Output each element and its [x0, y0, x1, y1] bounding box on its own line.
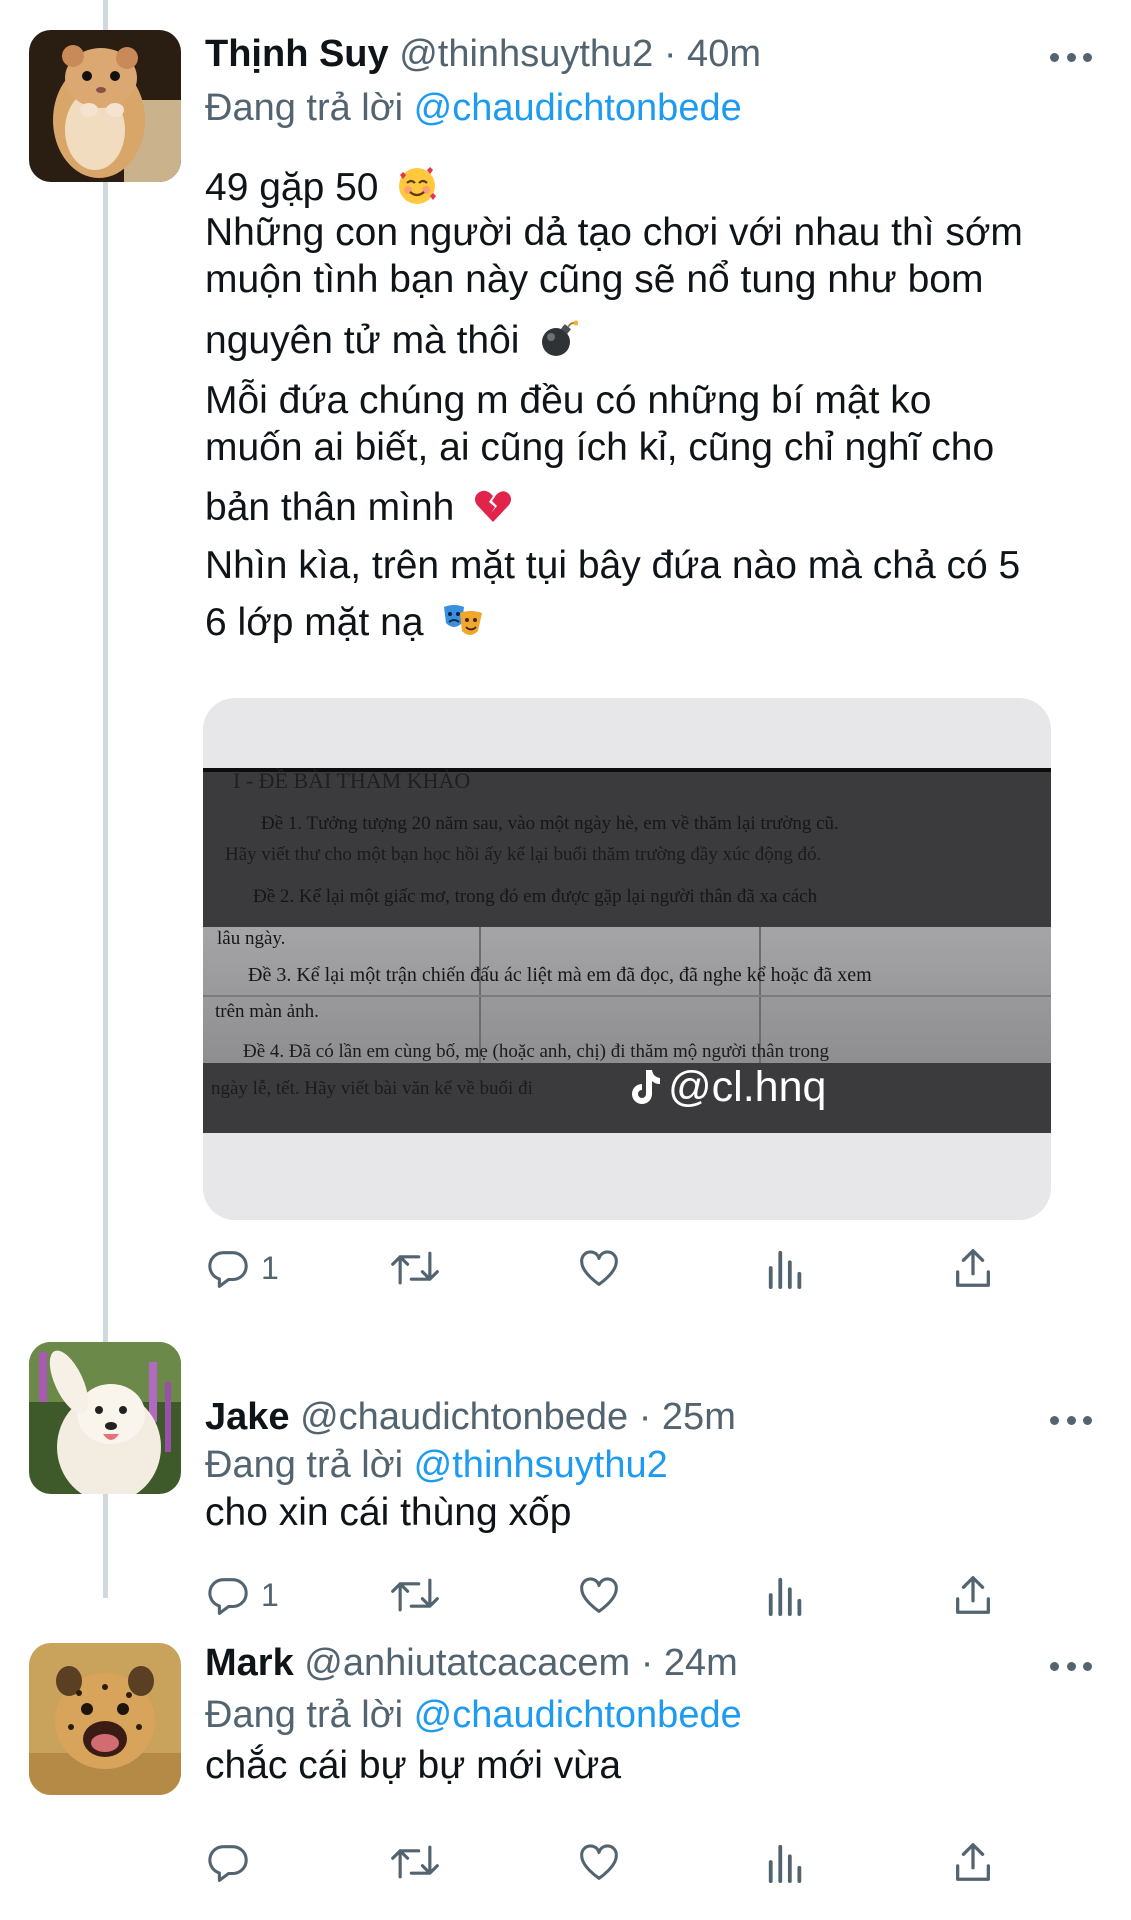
document-photo: I - ĐỀ BÀI THAM KHẢO Đề 1. Tưởng tượng 2… [203, 768, 1051, 1133]
handle-and-time: @anhiutatcacacem · 24m [304, 1642, 738, 1684]
document-line: Hãy viết thư cho một bạn học hồi ấy kể l… [225, 844, 822, 865]
retweet-button[interactable] [389, 1242, 441, 1294]
analytics-icon [768, 1250, 802, 1289]
performing-arts-emoji [442, 601, 484, 655]
text-line: Những con người dả tạo chơi với nhau thì… [205, 211, 1023, 254]
retweet-button[interactable] [389, 1836, 441, 1888]
tweet-actions [205, 1836, 1005, 1888]
text-line: bản thân mình [205, 486, 455, 529]
more-icon[interactable] [1050, 1656, 1092, 1676]
more-icon[interactable] [1050, 47, 1092, 67]
text-line: cho xin cái thùng xốp [205, 1491, 572, 1534]
mention-link[interactable]: @thinhsuythu2 [414, 1444, 668, 1486]
bomb-emoji [538, 319, 579, 373]
avatar[interactable] [29, 30, 181, 182]
document-line: Đề 3. Kể lại một trận chiến đấu ác liệt … [248, 964, 872, 986]
media-image[interactable]: I - ĐỀ BÀI THAM KHẢO Đề 1. Tưởng tượng 2… [203, 698, 1051, 1220]
display-name[interactable]: Jake [205, 1396, 290, 1438]
analytics-button[interactable] [765, 1836, 807, 1888]
reply-button[interactable]: 1 [205, 1242, 279, 1294]
text-line: muốn ai biết, ai cũng ích kỉ, cũng chỉ n… [205, 426, 995, 469]
tweet[interactable]: Jake @chaudichtonbede · 25m Đang trả lời… [0, 1300, 1131, 1616]
document-line: Đề 4. Đã có lần em cùng bố, mẹ (hoặc anh… [243, 1041, 829, 1062]
broken-heart-emoji [473, 486, 513, 540]
replying-to: Đang trả lời @chaudichtonbede [205, 85, 742, 131]
analytics-icon [768, 1844, 802, 1883]
more-icon[interactable] [1050, 1410, 1092, 1430]
hamster-avatar-image [29, 30, 181, 182]
reply-icon [208, 1845, 248, 1882]
dog-avatar-image [29, 1342, 181, 1494]
text-line: nguyên tử mà thôi [205, 319, 520, 362]
tweet-header: Mark @anhiutatcacacem · 24m [205, 1640, 1011, 1686]
watermark-text: @cl.hnq [668, 1063, 827, 1111]
handle-and-time: @thinhsuythu2 · 40m [399, 33, 761, 75]
handle-and-time: @chaudichtonbede · 25m [300, 1396, 736, 1438]
tweet-header: Jake @chaudichtonbede · 25m [205, 1394, 1011, 1440]
share-button[interactable] [950, 1836, 996, 1888]
like-icon [580, 1844, 618, 1880]
document-line: Đề 2. Kể lại một giấc mơ, trong đó em đư… [253, 886, 818, 907]
text-line: 49 gặp 50 [205, 166, 379, 209]
replying-prefix: Đang trả lời [205, 87, 404, 129]
text-line: muộn tình bạn này cũng sẽ nổ tung như bo… [205, 258, 984, 301]
tweet-actions: 1 [205, 1242, 1005, 1294]
tweet-header: Thịnh Suy @thinhsuythu2 · 40m [205, 31, 1011, 77]
text-line: 6 lớp mặt nạ [205, 601, 424, 644]
like-button[interactable] [575, 1836, 623, 1888]
tiktok-watermark: @cl.hnq [628, 1063, 826, 1112]
display-name[interactable]: Thịnh Suy [205, 33, 389, 75]
display-name[interactable]: Mark [205, 1642, 294, 1684]
like-button[interactable] [575, 1242, 623, 1294]
share-button[interactable] [950, 1242, 996, 1294]
replying-prefix: Đang trả lời [205, 1444, 404, 1486]
like-icon [580, 1250, 618, 1286]
reply-count: 1 [261, 1249, 279, 1286]
tiktok-icon [632, 1069, 660, 1104]
replying-to: Đang trả lời @chaudichtonbede [205, 1692, 742, 1738]
tweet[interactable]: Mark @anhiutatcacacem · 24m Đang trả lời… [0, 1600, 1131, 1920]
tweet-text: chắc cái bự bự mới vừa [205, 1740, 1105, 1792]
document-line: lâu ngày. [217, 928, 286, 949]
reply-button[interactable] [205, 1836, 261, 1888]
document-line: Đề 1. Tưởng tượng 20 năm sau, vào một ng… [261, 813, 839, 834]
document-line: trên màn ảnh. [215, 1001, 319, 1022]
share-icon [956, 1843, 990, 1881]
tweet-text: cho xin cái thùng xốp [205, 1487, 1105, 1539]
retweet-icon [391, 1251, 439, 1285]
analytics-button[interactable] [765, 1242, 807, 1294]
share-icon [956, 1249, 990, 1287]
text-line: chắc cái bự bự mới vừa [205, 1744, 622, 1787]
text-line: Mỗi đứa chúng m đều có những bí mật ko [205, 379, 932, 422]
reply-icon [208, 1251, 248, 1288]
replying-prefix: Đang trả lời [205, 1694, 404, 1736]
retweet-icon [391, 1845, 439, 1879]
mention-link[interactable]: @chaudichtonbede [414, 87, 742, 129]
text-line: Nhìn kìa, trên mặt tụi bây đứa nào mà ch… [205, 544, 1021, 587]
mention-link[interactable]: @chaudichtonbede [414, 1694, 742, 1736]
document-line: ngày lễ, tết. Hãy viết bài văn kể về buổ… [211, 1078, 533, 1099]
tweet[interactable]: Thịnh Suy @thinhsuythu2 · 40m Đang trả l… [0, 0, 1131, 1300]
document-line: I - ĐỀ BÀI THAM KHẢO [233, 768, 471, 793]
replying-to: Đang trả lời @thinhsuythu2 [205, 1442, 668, 1488]
avatar[interactable] [29, 1643, 181, 1795]
cheetah-avatar-image [29, 1643, 181, 1795]
avatar[interactable] [29, 1342, 181, 1494]
